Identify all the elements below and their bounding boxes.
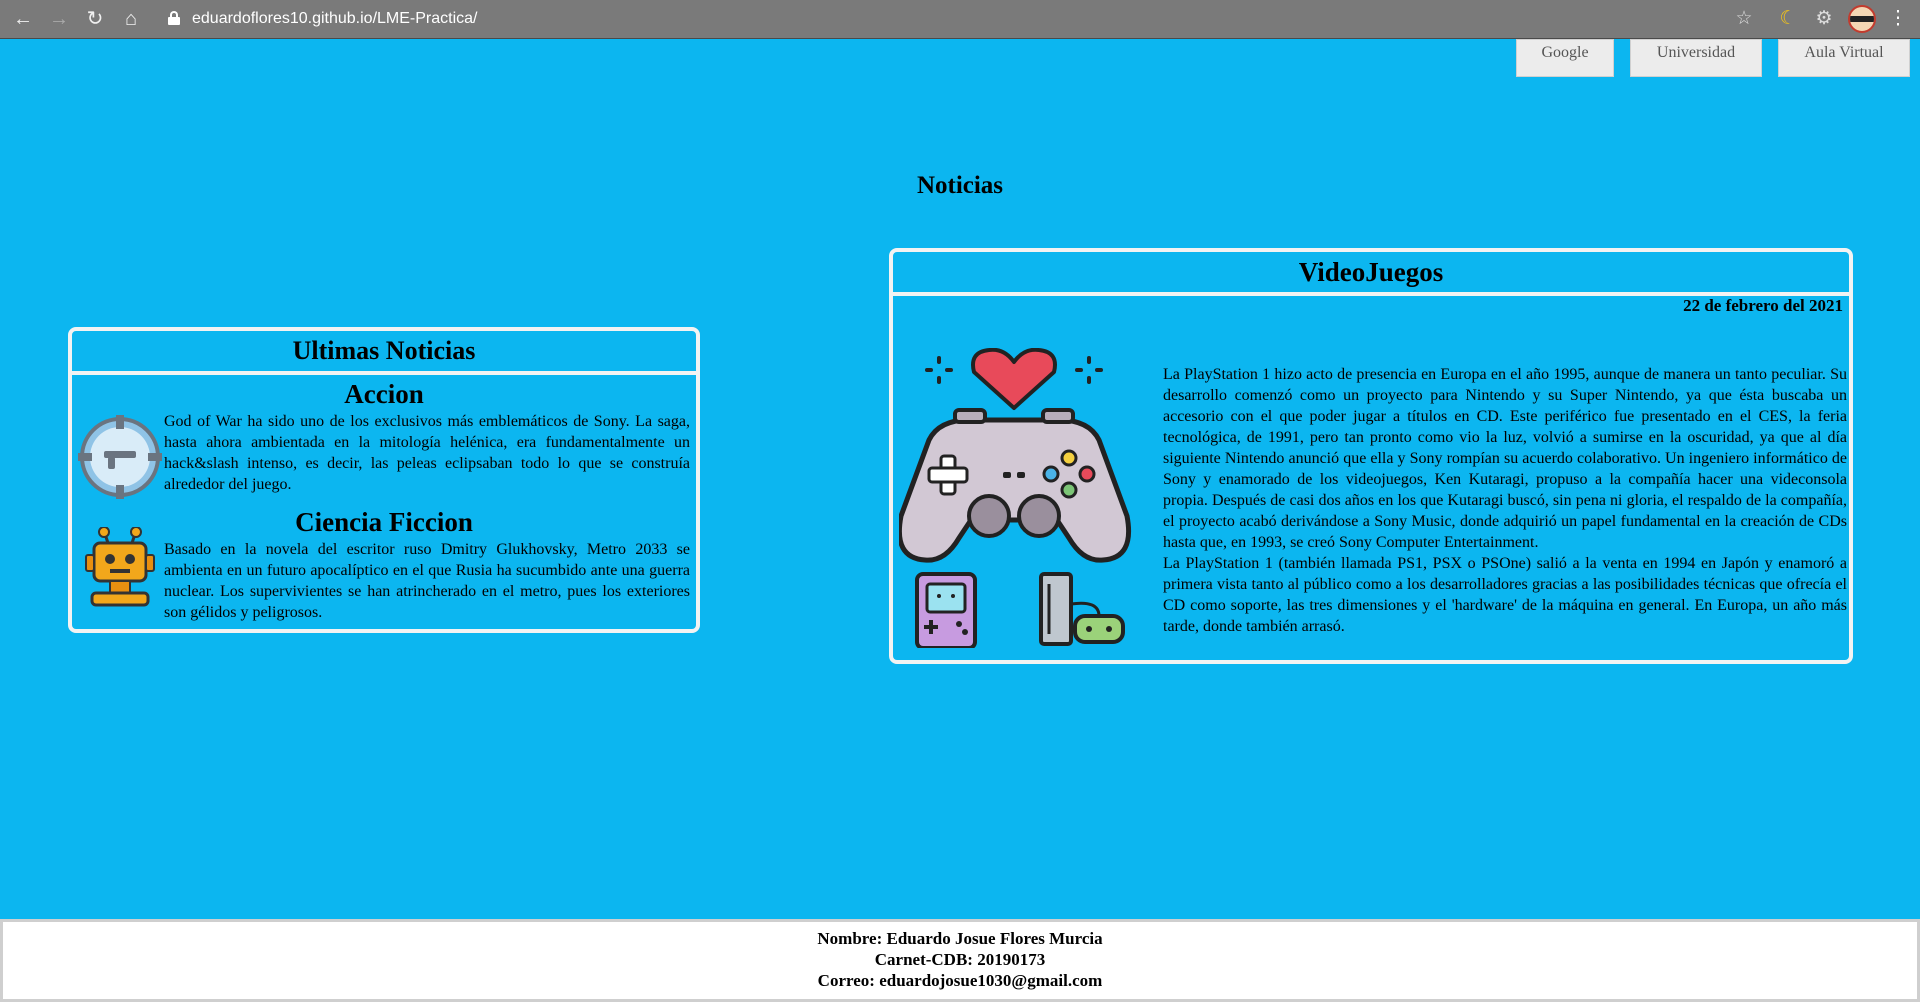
section-title: Ciencia Ficcion	[295, 507, 473, 537]
link-universidad[interactable]: Universidad	[1630, 39, 1762, 77]
footer-name: Nombre: Eduardo Josue Flores Murcia	[817, 929, 1103, 948]
link-google[interactable]: Google	[1516, 39, 1614, 77]
lock-icon[interactable]	[168, 11, 180, 25]
link-aula-virtual[interactable]: Aula Virtual	[1778, 39, 1910, 77]
menu-icon[interactable]: ⋮	[1886, 7, 1910, 31]
section-accion: Accion God of War ha sido uno de los exc…	[72, 379, 696, 507]
gamepad-heart-icon	[899, 348, 1132, 648]
news-box: Ultimas Noticias Accion God of War ha si…	[68, 327, 700, 633]
avatar[interactable]	[1848, 5, 1876, 33]
videojuegos-box: VideoJuegos 22 de febrero del 2021 La Pl…	[889, 248, 1853, 664]
address-bar[interactable]: eduardoflores10.github.io/LME-Practica/	[192, 8, 478, 30]
section-text: Basado en la novela del escritor ruso Dm…	[164, 541, 690, 621]
home-icon[interactable]: ⌂	[118, 6, 144, 32]
arrow-right-icon[interactable]: →	[46, 6, 72, 32]
page-title: Noticias	[916, 172, 1004, 199]
footer-email: Correo: eduardojosue1030@gmail.com	[817, 971, 1103, 990]
crosshair-gun-icon	[78, 415, 162, 499]
footer: Nombre: Eduardo Josue Flores Murcia Carn…	[0, 919, 1920, 1002]
extensions-icon[interactable]: ⚙	[1812, 7, 1836, 31]
section-text: God of War ha sido uno de los exclusivos…	[164, 413, 690, 493]
star-icon[interactable]: ☆	[1732, 7, 1756, 31]
arrow-left-icon[interactable]: ←	[10, 6, 36, 32]
robot-icon	[85, 527, 155, 607]
reload-icon[interactable]: ↻	[82, 6, 108, 32]
news-box-title: Ultimas Noticias	[72, 331, 696, 375]
section-title: Accion	[344, 379, 424, 409]
article-paragraph: La PlayStation 1 hizo acto de presencia …	[1163, 366, 1847, 551]
moon-icon[interactable]: ☾	[1776, 7, 1800, 31]
section-ciencia-ficcion: Ciencia Ficcion Basado en la novela del …	[72, 507, 696, 625]
article-body: La PlayStation 1 hizo acto de presencia …	[1163, 364, 1847, 637]
browser-toolbar: ← → ↻ ⌂ eduardoflores10.github.io/LME-Pr…	[0, 0, 1920, 39]
footer-carnet: Carnet-CDB: 20190173	[874, 950, 1046, 969]
article-date: 22 de febrero del 2021	[1683, 296, 1843, 315]
article-paragraph: La PlayStation 1 (también llamada PS1, P…	[1163, 555, 1847, 635]
videojuegos-title: VideoJuegos	[893, 252, 1849, 296]
